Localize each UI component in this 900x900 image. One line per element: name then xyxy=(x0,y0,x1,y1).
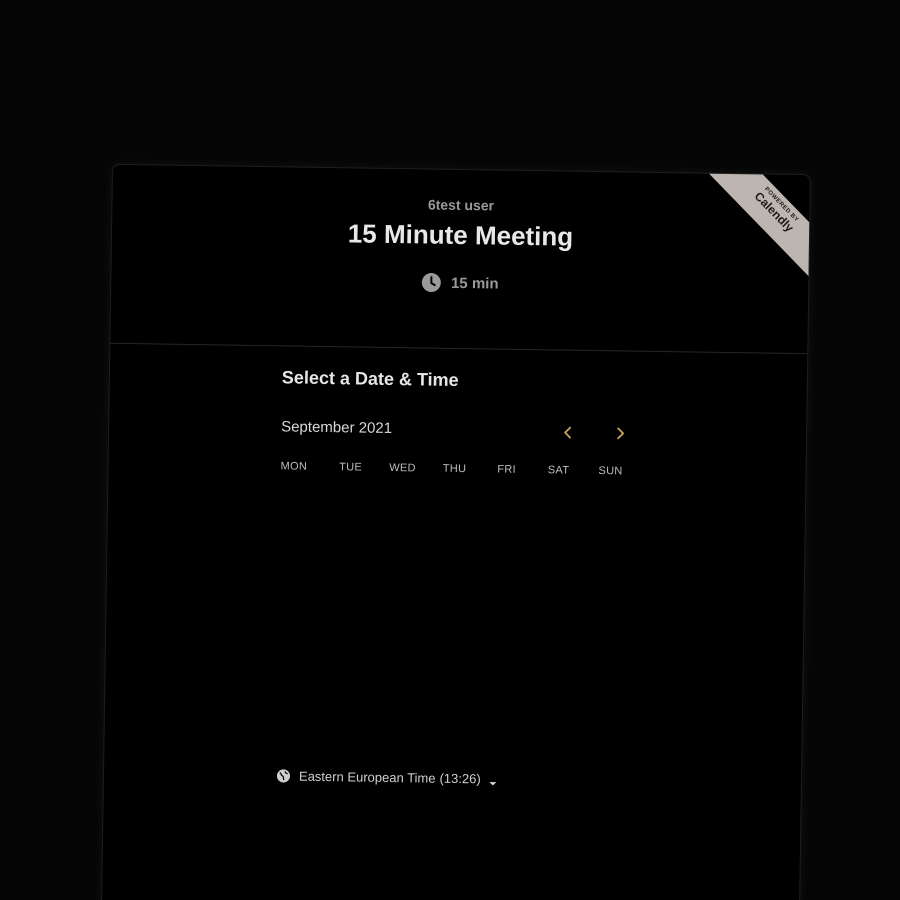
timezone-label: Eastern European Time xyxy=(298,768,436,786)
powered-by-badge[interactable]: POWERED BY Calendly xyxy=(701,172,811,283)
clock-icon xyxy=(421,272,441,293)
event-header: 6test user 15 Minute Meeting 15 min POWE… xyxy=(110,164,811,355)
duration-label: 15 min xyxy=(450,274,499,293)
weekday-mon: MON xyxy=(280,460,308,473)
chevron-left-icon xyxy=(564,426,572,439)
globe-icon xyxy=(276,768,291,783)
weekday-sun: SUN xyxy=(598,465,623,478)
month-label: September 2021 xyxy=(281,418,393,437)
weekday-tue: TUE xyxy=(339,461,363,474)
calendly-ribbon[interactable]: POWERED BY Calendly xyxy=(707,172,811,280)
weekday-sat: SAT xyxy=(547,464,570,477)
caret-down-icon xyxy=(489,775,497,786)
weekday-thu: THU xyxy=(442,462,467,476)
section-title: Select a Date & Time xyxy=(281,367,459,390)
next-month-button[interactable] xyxy=(608,421,632,445)
calendar-section: Select a Date & Time September 2021 MON … xyxy=(280,367,642,477)
weekday-wed: WED xyxy=(389,461,416,475)
weekday-header: MON TUE WED THU FRI SAT SUN xyxy=(280,460,640,477)
timezone-time: (13:26) xyxy=(439,770,481,787)
booking-card: 6test user 15 Minute Meeting 15 min POWE… xyxy=(100,163,811,900)
chevron-right-icon xyxy=(617,427,624,440)
month-navigation: September 2021 xyxy=(281,418,641,447)
page-background: 6test user 15 Minute Meeting 15 min POWE… xyxy=(0,0,900,900)
timezone-selector[interactable]: Eastern European Time (13:26) xyxy=(276,768,497,786)
previous-month-button[interactable] xyxy=(556,420,580,444)
weekday-fri: FRI xyxy=(497,463,516,476)
